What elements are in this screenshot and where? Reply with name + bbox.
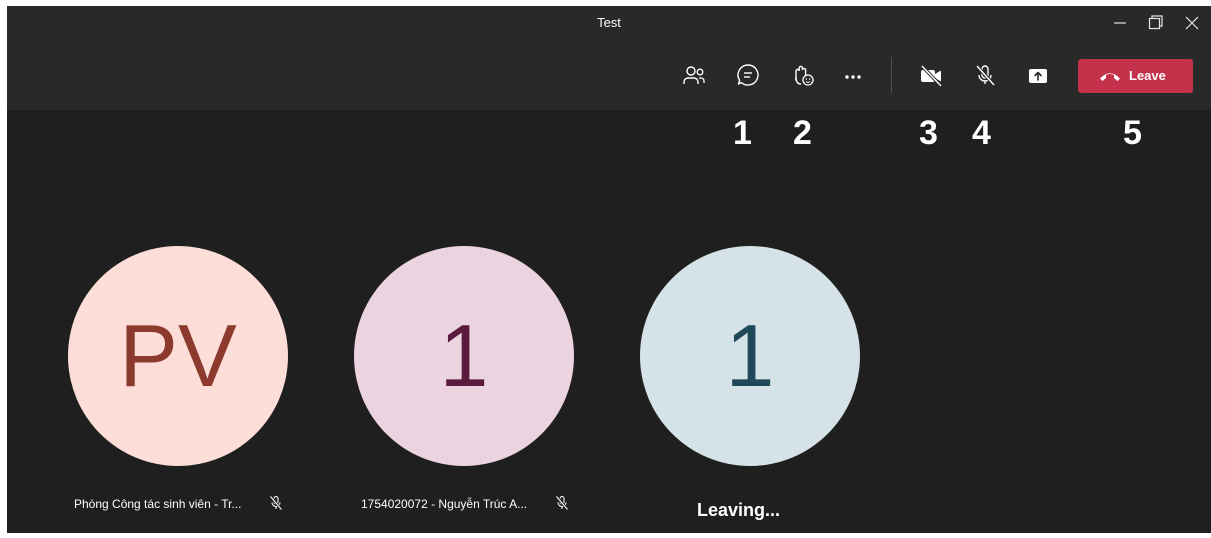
mic-off-icon (975, 64, 996, 87)
annotation-marker-5: 5 (1123, 114, 1142, 152)
annotation-marker-4: 4 (972, 114, 991, 152)
annotation-marker-2: 2 (793, 114, 812, 152)
close-icon (1185, 16, 1199, 30)
chat-button[interactable] (731, 58, 765, 92)
more-actions-icon (845, 75, 861, 79)
window-title: Test (597, 15, 621, 30)
title-bar: Test (7, 6, 1211, 42)
restore-button[interactable] (1138, 8, 1172, 38)
more-actions-button[interactable] (836, 58, 870, 92)
participant-name: Phòng Công tác sinh viên - Tr... (74, 497, 242, 511)
chat-icon (737, 64, 759, 86)
participants-button[interactable] (677, 58, 711, 92)
leave-button[interactable]: Leave (1078, 59, 1193, 93)
annotation-marker-1: 1 (733, 114, 752, 152)
hang-up-icon (1100, 73, 1120, 81)
mic-off-icon (269, 495, 283, 511)
share-screen-icon (1029, 69, 1047, 83)
raise-hand-icon (795, 65, 814, 86)
participant-avatar: 1 (354, 246, 574, 466)
share-screen-button[interactable] (1021, 58, 1055, 92)
annotation-marker-3: 3 (919, 114, 938, 152)
close-button[interactable] (1175, 8, 1209, 38)
reactions-button[interactable] (786, 58, 820, 92)
restore-icon (1148, 15, 1163, 30)
participant-avatar: 1 (640, 246, 860, 466)
mic-off-icon (555, 495, 569, 511)
camera-off-icon (920, 64, 943, 88)
leaving-status: Leaving... (697, 500, 781, 520)
leave-label: Leave (1129, 68, 1166, 83)
minimize-button[interactable] (1103, 8, 1137, 38)
meeting-window: Test Leave 1 2 3 4 5 PV 1 1 Phòng Công t… (7, 6, 1211, 533)
participant-avatar: PV (68, 246, 288, 466)
participants-icon (683, 66, 705, 84)
participant-name: 1754020072 - Nguyễn Trúc A... (361, 497, 528, 511)
meeting-toolbar: Leave (7, 42, 1211, 110)
mic-toggle-button[interactable] (968, 58, 1002, 92)
avatar-initials: 1 (725, 306, 775, 405)
toolbar-divider (891, 57, 892, 93)
avatar-initials: PV (119, 306, 237, 405)
camera-toggle-button[interactable] (914, 58, 948, 92)
avatar-initials: 1 (439, 306, 489, 405)
minimize-icon (1114, 22, 1126, 24)
